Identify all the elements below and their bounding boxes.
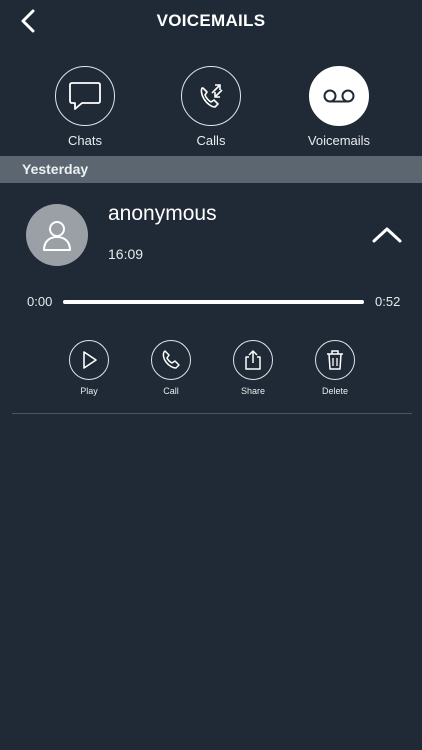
play-button[interactable]: Play (54, 340, 124, 396)
voicemail-icon (323, 89, 355, 103)
tab-label: Chats (68, 133, 102, 148)
play-label: Play (80, 386, 98, 396)
delete-label: Delete (321, 386, 348, 396)
collapse-button[interactable] (368, 220, 406, 250)
tab-label: Voicemails (307, 133, 371, 148)
playback-position: 0:00 (27, 294, 53, 309)
call-label: Call (163, 386, 179, 396)
action-bar: Play Call Share Delete (0, 340, 422, 400)
page-title: VOICEMAILS (156, 11, 266, 30)
divider (12, 413, 412, 414)
voicemail-time: 16:09 (108, 246, 144, 262)
tab-chats[interactable]: Chats (40, 66, 130, 154)
caller-name: anonymous (108, 202, 217, 225)
section-header: Yesterday (0, 156, 422, 183)
phone-arrows-icon (200, 84, 223, 108)
play-icon (83, 351, 97, 369)
tab-voicemails[interactable]: Voicemails (294, 66, 384, 154)
phone-icon (162, 350, 180, 369)
app-header: VOICEMAILS (0, 0, 422, 42)
playback-duration: 0:52 (375, 294, 401, 309)
tab-label: Calls (196, 133, 226, 148)
voicemail-entry: anonymous 16:09 0:00 0:52 Play Call Shar… (0, 184, 422, 415)
chevron-up-icon (372, 227, 402, 243)
share-icon (245, 350, 261, 370)
avatar (26, 204, 88, 266)
share-label: Share (240, 386, 266, 396)
share-button[interactable]: Share (218, 340, 288, 396)
tab-bar: Chats Calls Voicemails (0, 66, 422, 154)
playback-progress-fill (63, 300, 364, 304)
tab-calls[interactable]: Calls (166, 66, 256, 154)
playback-slider[interactable] (63, 300, 364, 304)
trash-icon (327, 350, 343, 370)
chat-bubble-icon (69, 82, 101, 110)
person-icon (43, 221, 71, 251)
call-button[interactable]: Call (136, 340, 206, 396)
delete-button[interactable]: Delete (300, 340, 370, 396)
